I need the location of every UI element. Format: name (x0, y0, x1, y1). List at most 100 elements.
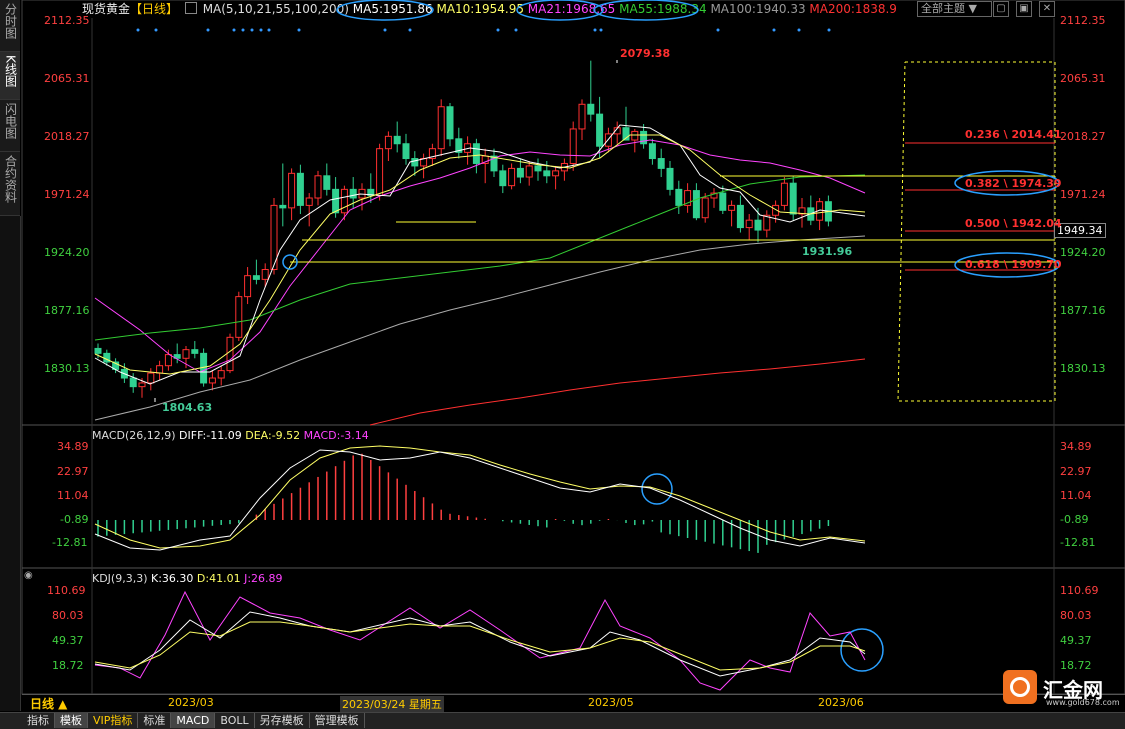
event-dot (599, 28, 603, 32)
macd-diff: DIFF:-11.09 (179, 429, 242, 442)
candle-body (675, 188, 683, 206)
macd-y-tick-right: 11.04 (1060, 489, 1092, 502)
kdj-d: D:41.01 (196, 572, 241, 585)
candle-body (279, 204, 287, 209)
kdj-d-line (94, 621, 866, 671)
macd-y-tick-left: -0.89 (60, 513, 89, 526)
candle-body (516, 167, 524, 178)
candle-body (217, 370, 225, 379)
candle-body (332, 188, 340, 214)
highlight-ma55 (593, 0, 699, 21)
candle-body (261, 269, 269, 280)
kdj-k-line (94, 611, 866, 677)
candle-body (666, 167, 674, 190)
candle-body (789, 182, 797, 215)
event-dot (408, 28, 412, 32)
tab-template[interactable]: 模板 (55, 713, 88, 728)
macd-y-tick-right: -12.81 (1060, 536, 1096, 549)
tab-macd[interactable]: MACD (171, 713, 216, 728)
event-dot (496, 28, 500, 32)
x-tick: 2023/03 (168, 696, 214, 709)
gold678-logo-icon (1003, 670, 1037, 704)
fib-0618-label: 0.618 \ 1909.70 (965, 258, 1062, 271)
kdj-y-tick-right: 110.69 (1060, 584, 1099, 597)
tab-vip-indicator[interactable]: VIP指标 (88, 713, 139, 728)
bottom-tab-bar: 指标 模板 VIP指标 标准 MACD BOLL 另存模板 管理模板 (0, 712, 1125, 729)
candle-body (138, 382, 146, 388)
settings-dot-icon[interactable]: ◉ (24, 570, 33, 581)
candle-body (437, 106, 445, 150)
ma200-line (369, 358, 866, 426)
macd-legend: MACD(26,12,9) DIFF:-11.09 DEA:-9.52 MACD… (92, 429, 369, 442)
candle-body (578, 103, 586, 130)
tab-indicator[interactable]: 指标 (22, 713, 55, 728)
macd-y-tick-right: -0.89 (1060, 513, 1089, 526)
candle-body (349, 188, 357, 199)
event-dot (593, 28, 597, 32)
candle-body (719, 192, 727, 211)
main-y-tick: 1877.16 (1060, 304, 1106, 317)
candle-body (288, 172, 296, 209)
candle-body (657, 158, 665, 169)
tab-save-template[interactable]: 另存模板 (255, 713, 310, 728)
candle-body (525, 165, 533, 178)
trading-chart-window: 分时图 K线图 闪电图 合约资料 现货黄金【日线】 MA(5,10,21,55,… (0, 0, 1125, 729)
event-dot (250, 28, 254, 32)
macd-legend-title: MACD(26,12,9) (92, 429, 176, 442)
kdj-y-tick-left: 110.69 (47, 584, 86, 597)
candle-body (534, 165, 542, 172)
event-dot (206, 28, 210, 32)
macd-y-tick-right: 34.89 (1060, 440, 1092, 453)
candle-body (305, 197, 313, 206)
tab-standard[interactable]: 标准 (138, 713, 172, 728)
macd-y-tick-left: -12.81 (52, 536, 88, 549)
main-y-tick-left: 1830.13 (44, 362, 90, 375)
main-y-tick-left: 2018.27 (44, 130, 90, 143)
main-y-tick: 2018.27 (1060, 130, 1106, 143)
tab-manage-template[interactable]: 管理模板 (310, 713, 365, 728)
period-button[interactable]: 日线 ▲ (30, 695, 67, 712)
macd-dea: DEA:-9.52 (245, 429, 301, 442)
kdj-y-tick-right: 49.37 (1060, 634, 1092, 647)
candle-body (631, 130, 639, 141)
kdj-j: J:26.89 (244, 572, 283, 585)
watermark-url: www.gold678.com (1046, 698, 1120, 707)
candle-body (692, 190, 700, 219)
event-dot (232, 28, 236, 32)
kdj-y-tick-left: 80.03 (52, 609, 84, 622)
main-y-tick: 1924.20 (1060, 246, 1106, 259)
event-dot (716, 28, 720, 32)
ma55-line (94, 174, 866, 341)
candle-body (499, 170, 507, 187)
candle-body (340, 188, 348, 214)
event-dot (267, 28, 271, 32)
macd-y-tick-right: 22.97 (1060, 465, 1092, 478)
candle-body (596, 113, 604, 147)
event-dot (259, 28, 263, 32)
fib-0236-label: 0.236 \ 2014.41 (965, 128, 1062, 141)
event-dot (136, 28, 140, 32)
tab-boll[interactable]: BOLL (215, 713, 255, 728)
candle-body (780, 182, 788, 206)
candle-body (156, 365, 164, 374)
ma21-line (94, 139, 866, 373)
x-tick: 2023/06 (818, 696, 864, 709)
chart-border (21, 0, 1125, 695)
fib-0500-label: 0.500 \ 1942.04 (965, 217, 1062, 230)
candle-body (314, 175, 322, 199)
main-y-tick-left: 1924.20 (44, 246, 90, 259)
event-dot (827, 28, 831, 32)
highlight-ma21 (516, 0, 604, 21)
x-cursor-date: 2023/03/24 星期五 (340, 696, 444, 712)
candle-body (745, 219, 753, 229)
candle-body (191, 349, 199, 354)
candle-body (296, 172, 304, 206)
candle-body (164, 354, 172, 367)
event-dot (154, 28, 158, 32)
candle-body (129, 377, 137, 388)
candle-body (376, 148, 384, 197)
candle-body (754, 219, 762, 231)
kdj-legend: KDJ(9,3,3) K:36.30 D:41.01 J:26.89 (92, 572, 283, 585)
candle-body (472, 143, 480, 164)
candle-body (235, 296, 243, 338)
